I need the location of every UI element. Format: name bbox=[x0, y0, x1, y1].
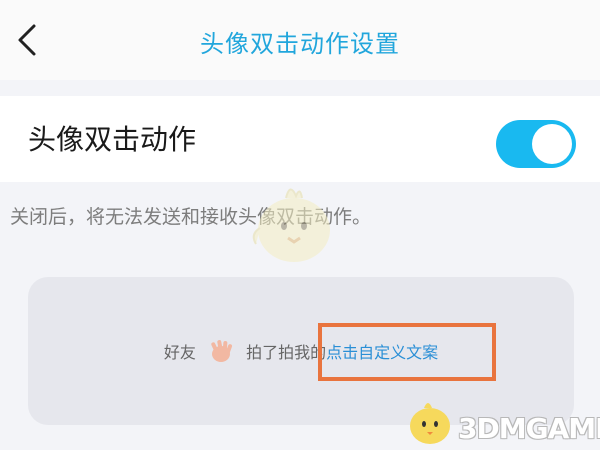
preview-prefix: 好友 bbox=[163, 343, 196, 362]
double-tap-toggle[interactable] bbox=[496, 120, 576, 168]
watermark-mascot-icon bbox=[252, 188, 330, 262]
header-bar: 头像双击动作设置 bbox=[0, 0, 600, 80]
highlight-annotation bbox=[318, 323, 496, 381]
setting-label: 头像双击动作 bbox=[28, 123, 197, 156]
toggle-knob bbox=[532, 124, 572, 164]
waving-hand-icon bbox=[207, 339, 235, 368]
watermark-text: 3DMGAME bbox=[458, 412, 600, 445]
watermark-logo-icon bbox=[410, 403, 450, 444]
page-title: 头像双击动作设置 bbox=[200, 30, 400, 58]
preview-middle: 拍了拍我的 bbox=[246, 343, 327, 362]
